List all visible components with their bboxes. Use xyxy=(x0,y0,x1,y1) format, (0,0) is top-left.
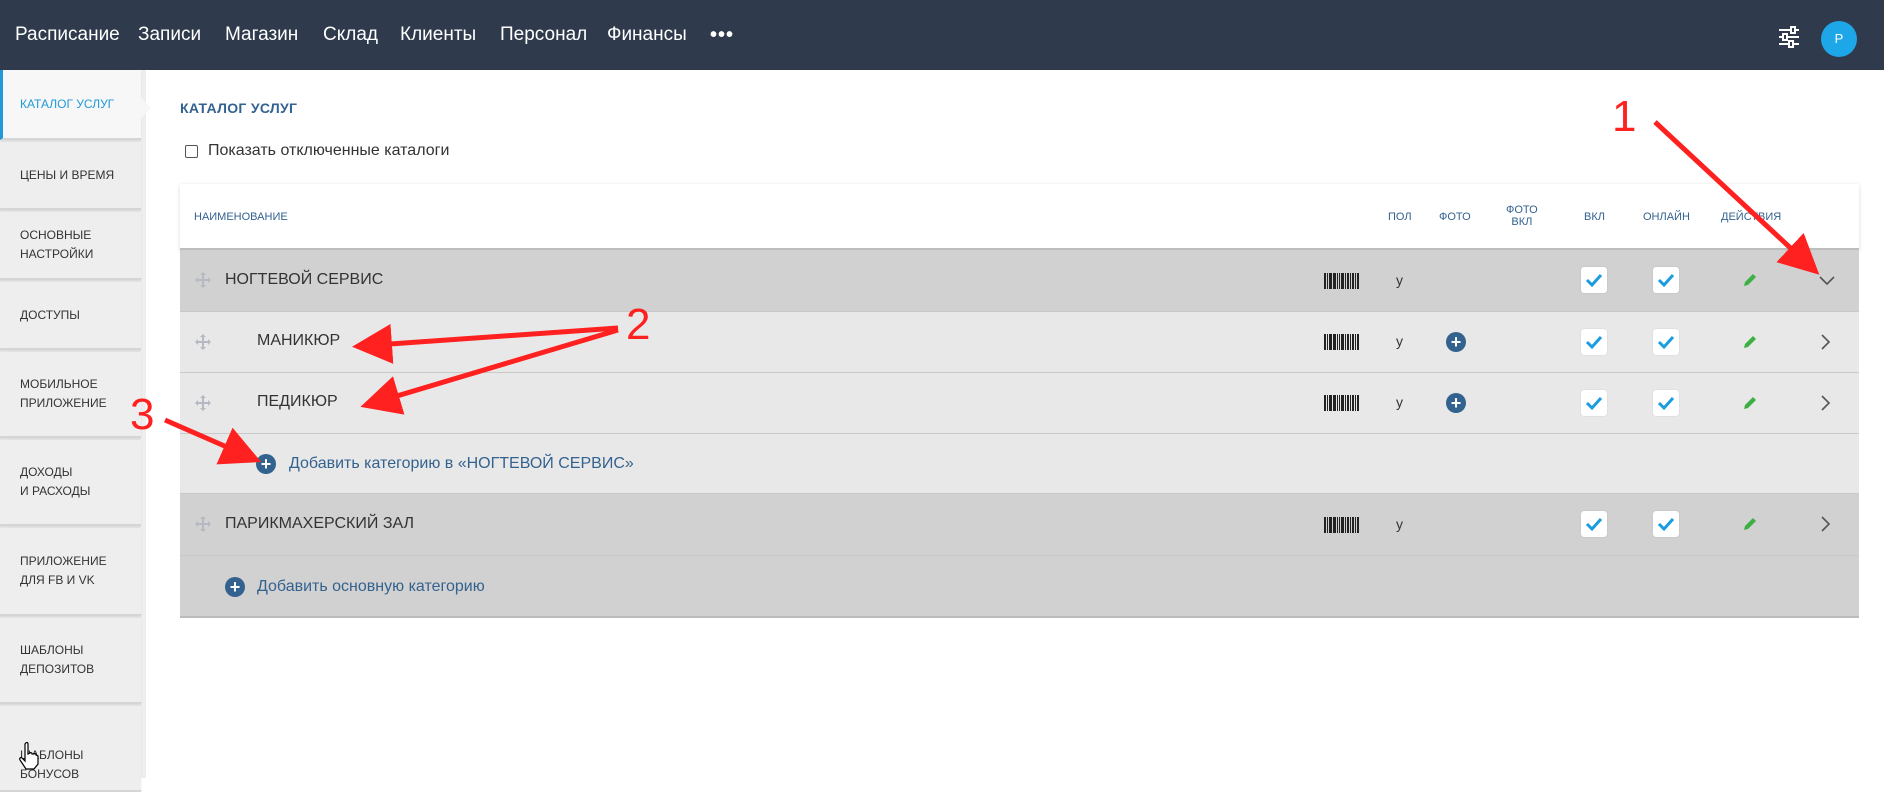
sidebar-item-label: ШАБЛОНЫ xyxy=(20,643,84,657)
sidebar-item-access[interactable]: ДОСТУПЫ xyxy=(0,282,141,350)
barcode-icon[interactable] xyxy=(1324,395,1360,411)
column-enabled: ВКЛ xyxy=(1584,211,1605,223)
add-subcategory-row[interactable]: + Добавить категорию в «НОГТЕВОЙ СЕРВИС» xyxy=(180,434,1859,494)
add-photo-icon[interactable]: + xyxy=(1446,393,1466,413)
table-row[interactable]: НОГТЕВОЙ СЕРВИС у xyxy=(180,250,1859,312)
sidebar-item-mobile-app[interactable]: МОБИЛЬНОЕ ПРИЛОЖЕНИЕ xyxy=(0,352,141,438)
table-row[interactable]: ПАРИКМАХЕРСКИЙ ЗАЛ у xyxy=(180,494,1859,556)
settings-sidebar: КАТАЛОГ УСЛУГ ЦЕНЫ И ВРЕМЯ ОСНОВНЫЕ НАСТР… xyxy=(0,70,151,792)
sidebar-item-label: НАСТРОЙКИ xyxy=(20,247,94,261)
sidebar-item-deposit-templates[interactable]: ШАБЛОНЫ ДЕПОЗИТОВ xyxy=(0,618,141,704)
chevron-right-icon[interactable] xyxy=(1818,334,1832,350)
barcode-icon[interactable] xyxy=(1324,334,1360,350)
annotation-number-2: 2 xyxy=(626,300,651,349)
sidebar-item-label: ЦЕНЫ И ВРЕМЯ xyxy=(20,167,115,182)
edit-pencil-icon[interactable] xyxy=(1742,272,1758,288)
hand-cursor-icon xyxy=(18,741,40,770)
column-online: ОНЛАЙН xyxy=(1643,211,1690,223)
add-subcategory-link[interactable]: Добавить категорию в «НОГТЕВОЙ СЕРВИС» xyxy=(289,455,634,473)
drag-handle-icon[interactable] xyxy=(195,516,211,532)
add-root-category-row[interactable]: + Добавить основную категорию xyxy=(180,556,1859,618)
sidebar-item-label: ДЛЯ FB И VK xyxy=(20,573,95,587)
add-photo-icon[interactable]: + xyxy=(1446,332,1466,352)
sidebar-item-label: ПРИЛОЖЕНИЕ xyxy=(20,396,107,410)
online-checkbox[interactable] xyxy=(1653,267,1679,293)
add-root-category-link[interactable]: Добавить основную категорию xyxy=(257,578,485,596)
edit-pencil-icon[interactable] xyxy=(1742,395,1758,411)
nav-finance[interactable]: Финансы xyxy=(607,24,687,46)
annotation-number-1: 1 xyxy=(1612,92,1637,141)
table-header: НАИМЕНОВАНИЕ ПОЛ ФОТО ФОТО ВКЛ ВКЛ ОНЛАЙ… xyxy=(180,184,1859,250)
sidebar-item-label: ПРИЛОЖЕНИЕ xyxy=(20,554,107,568)
sidebar-item-general-settings[interactable]: ОСНОВНЫЕ НАСТРОЙКИ xyxy=(0,212,141,280)
annotation-number-3: 3 xyxy=(130,390,155,439)
chevron-right-icon[interactable] xyxy=(1818,395,1832,411)
nav-shop[interactable]: Магазин xyxy=(225,24,298,46)
sliders-icon[interactable] xyxy=(1776,26,1802,48)
nav-staff[interactable]: Персонал xyxy=(500,24,587,46)
sidebar-item-label: И РАСХОДЫ xyxy=(20,484,91,498)
column-gender: ПОЛ xyxy=(1388,211,1412,223)
column-actions: ДЕЙСТВИЯ xyxy=(1721,211,1782,223)
column-photo-on-line2: ВКЛ xyxy=(1511,216,1533,228)
page-title: КАТАЛОГ УСЛУГ xyxy=(180,100,298,116)
top-navbar: Расписание Записи Магазин Склад Клиенты … xyxy=(0,0,1884,70)
show-disabled-toggle[interactable]: Показать отключенные каталоги xyxy=(185,142,449,160)
row-gender: у xyxy=(1396,272,1403,288)
column-photo-on: ФОТО ВКЛ xyxy=(1506,204,1538,228)
sidebar-item-service-catalog[interactable]: КАТАЛОГ УСЛУГ xyxy=(0,70,151,140)
show-disabled-label: Показать отключенные каталоги xyxy=(208,142,450,159)
sidebar-item-label: МОБИЛЬНОЕ xyxy=(20,377,98,391)
row-gender: у xyxy=(1396,333,1403,349)
enabled-checkbox[interactable] xyxy=(1581,390,1607,416)
chevron-right-icon[interactable] xyxy=(1818,516,1832,532)
sidebar-item-income-expenses[interactable]: ДОХОДЫ И РАСХОДЫ xyxy=(0,440,141,526)
column-photo: ФОТО xyxy=(1439,211,1471,223)
drag-handle-icon[interactable] xyxy=(195,334,211,350)
show-disabled-checkbox[interactable] xyxy=(185,144,198,158)
sidebar-item-label: ДОХОДЫ xyxy=(20,465,73,479)
table-row[interactable]: ПЕДИКЮР у + xyxy=(180,373,1859,434)
barcode-icon[interactable] xyxy=(1324,517,1360,533)
sidebar-item-label: КАТАЛОГ УСЛУГ xyxy=(20,96,115,111)
edit-pencil-icon[interactable] xyxy=(1742,334,1758,350)
drag-handle-icon[interactable] xyxy=(195,272,211,288)
table-row[interactable]: МАНИКЮР у + xyxy=(180,312,1859,373)
row-name: МАНИКЮР xyxy=(257,332,341,349)
sidebar-item-prices-time[interactable]: ЦЕНЫ И ВРЕМЯ xyxy=(0,142,141,210)
online-checkbox[interactable] xyxy=(1653,511,1679,537)
sidebar-item-label: ДЕПОЗИТОВ xyxy=(20,662,95,676)
sidebar-item-label: ДОСТУПЫ xyxy=(20,307,80,322)
nav-records[interactable]: Записи xyxy=(138,24,201,46)
sidebar-item-label: ОСНОВНЫЕ xyxy=(20,228,92,242)
plus-circle-icon[interactable]: + xyxy=(256,454,276,474)
column-photo-on-line1: ФОТО xyxy=(1506,204,1538,216)
row-name: ПЕДИКЮР xyxy=(257,393,338,410)
row-gender: у xyxy=(1396,516,1403,532)
nav-clients[interactable]: Клиенты xyxy=(400,24,476,46)
row-name: ПАРИКМАХЕРСКИЙ ЗАЛ xyxy=(225,515,415,532)
column-name[interactable]: НАИМЕНОВАНИЕ xyxy=(194,211,288,223)
enabled-checkbox[interactable] xyxy=(1581,267,1607,293)
row-name: НОГТЕВОЙ СЕРВИС xyxy=(225,271,384,288)
catalog-table: НАИМЕНОВАНИЕ ПОЛ ФОТО ФОТО ВКЛ ВКЛ ОНЛАЙ… xyxy=(180,184,1859,618)
edit-pencil-icon[interactable] xyxy=(1742,516,1758,532)
nav-warehouse[interactable]: Склад xyxy=(323,24,378,46)
barcode-icon[interactable] xyxy=(1324,273,1360,289)
enabled-checkbox[interactable] xyxy=(1581,329,1607,355)
more-menu-button[interactable]: ••• xyxy=(710,25,734,45)
nav-schedule[interactable]: Расписание xyxy=(15,24,120,46)
user-avatar[interactable]: P xyxy=(1821,21,1857,57)
drag-handle-icon[interactable] xyxy=(195,395,211,411)
chevron-down-icon[interactable] xyxy=(1818,272,1835,288)
online-checkbox[interactable] xyxy=(1653,390,1679,416)
sidebar-item-fb-vk-app[interactable]: ПРИЛОЖЕНИЕ ДЛЯ FB И VK xyxy=(0,528,141,616)
plus-circle-icon[interactable]: + xyxy=(225,577,245,597)
row-gender: у xyxy=(1396,394,1403,410)
online-checkbox[interactable] xyxy=(1653,329,1679,355)
enabled-checkbox[interactable] xyxy=(1581,511,1607,537)
